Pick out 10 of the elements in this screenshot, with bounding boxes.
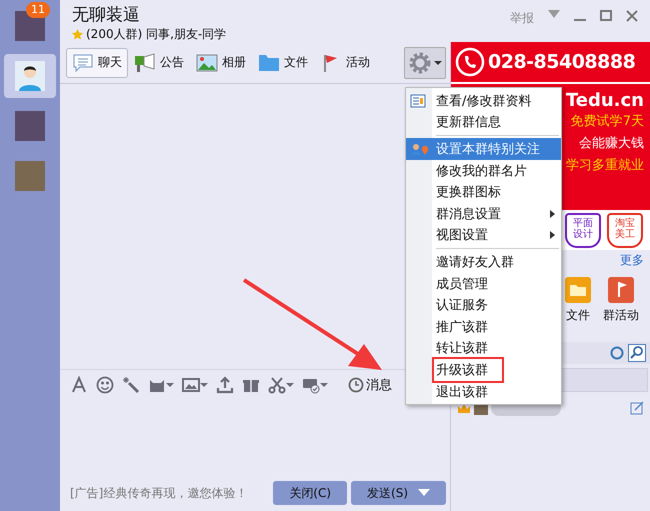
phone-number: 028-85408888 — [488, 51, 636, 73]
ad-slogan: 学习多重就业 — [566, 157, 644, 175]
brand-logo: Tedu.cn — [566, 90, 644, 111]
unread-badge: 11 — [26, 2, 50, 18]
ad-slogan: 免费试学7天 — [570, 113, 644, 131]
ad-slogan: 会能赚大钱 — [579, 135, 644, 153]
group-subtitle: (200人群) 同事,朋友-同学 — [86, 26, 226, 43]
course-badge: 平面设计 — [565, 212, 601, 248]
course-badge: 淘宝美工 — [607, 212, 643, 248]
group-title: 无聊装逼 — [72, 4, 141, 26]
